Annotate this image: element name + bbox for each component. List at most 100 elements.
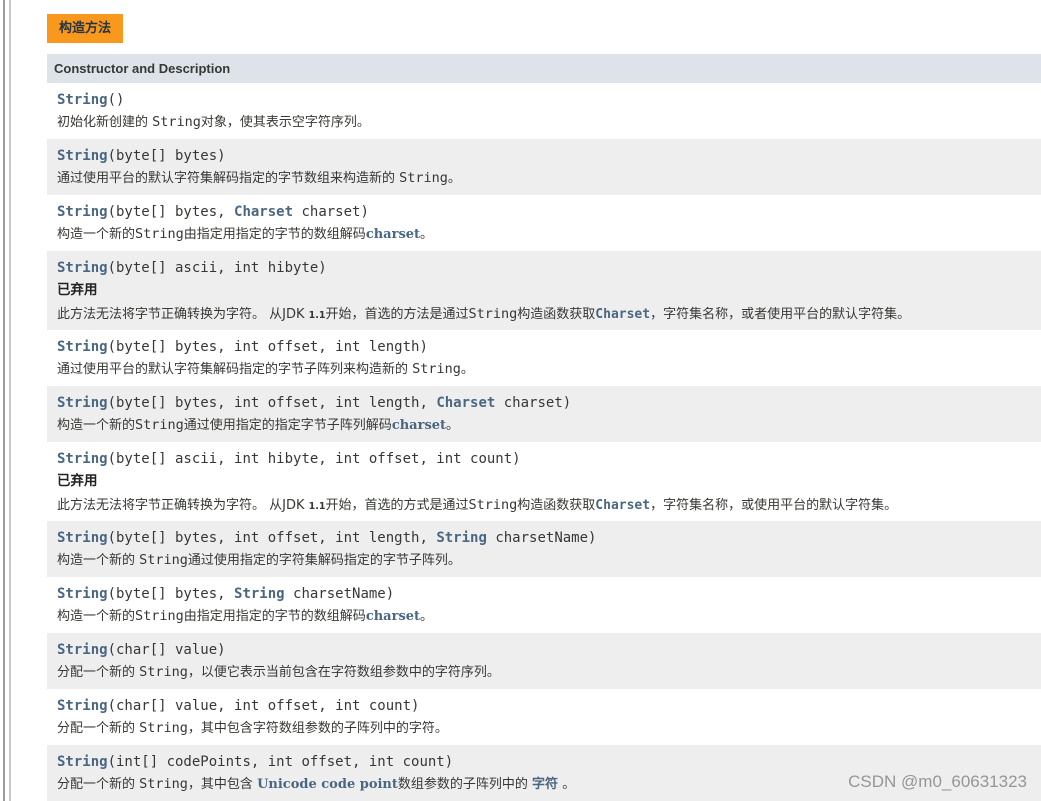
constructor-name-link[interactable]: String [57,339,108,355]
left-frame-border [0,0,14,801]
constructor-name-link[interactable]: String [57,260,108,276]
code-text: String [139,720,188,736]
text-segment: 数组参数的子阵列中的 [397,777,533,792]
text-segment: charset) [293,204,369,220]
code-text: String [139,552,188,568]
text-segment: 由指定用指定的字节的数组解码 [183,609,366,624]
table-row: String(byte[] bytes) 通过使用平台的默认字符集解码指定的字节数… [47,139,1041,195]
text-segment: 构造函数获取 [517,307,596,322]
text-segment: 分配一个新的 [57,665,140,680]
text-segment: 构造一个新的 [57,609,136,624]
text-segment: 构造函数获取 [517,498,596,513]
code-text: String [412,361,461,377]
constructor-name-link[interactable]: String [57,642,108,658]
constructor-signature: String(byte[] bytes) [57,147,1041,165]
text-segment: () [107,92,125,108]
text-segment: 由指定用指定的字节的数组解码 [183,227,366,242]
doc-link[interactable]: charset [366,227,420,242]
table-body: String() 初始化新创建的 String对象，使其表示空字符序列。 Strin… [47,83,1041,801]
text-segment: (byte[] bytes, int offset, int length) [107,339,428,355]
code-text: String [139,664,188,680]
constructor-signature: String(byte[] ascii, int hibyte) [57,259,1041,277]
text-segment: 通过使用平台的默认字符集解码指定的字节子阵列来构造新的 [57,362,413,377]
text-segment: ，字符集名称，或者使用平台的默认字符集。 [650,307,911,322]
text-segment: ，字符集名称，或使用平台的默认字符集。 [650,498,898,513]
constructor-name-link[interactable]: String [57,698,108,714]
text-segment: charset) [495,395,572,411]
table-row: String(byte[] bytes, int offset, int len… [47,386,1041,442]
text-segment: 。 [558,777,576,792]
text-segment: 开始，首选的方式是通过 [325,498,469,513]
constructor-table: Constructor and Description String() 初始化新… [47,54,1041,801]
doc-link[interactable]: Charset [595,498,650,513]
constructor-description: 构造一个新的String由指定用指定的字节的数组解码charset。 [57,224,1041,245]
table-row: String() 初始化新创建的 String对象，使其表示空字符序列。 [47,83,1041,139]
frame-border-line [3,0,5,801]
version-text: 1.1 [308,501,326,512]
text-segment: 构造一个新的 [57,553,140,568]
constructor-signature: String(byte[] bytes, Charset charset) [57,203,1041,221]
code-text: String [135,608,184,624]
text-segment: 对象，使其表示空字符序列。 [200,115,370,130]
constructor-description: 通过使用平台的默认字符集解码指定的字节数组来构造新的 String。 [57,168,1041,189]
table-row: String(byte[] ascii, int hibyte) 已弃用此方法无法… [47,251,1041,330]
code-text: String [399,170,448,186]
constructor-description: 构造一个新的 String通过使用指定的字符集解码指定的字节子阵列。 [57,550,1041,571]
version-text: 1.1 [308,310,326,321]
constructor-name-link[interactable]: String [57,148,108,164]
constructor-description: 通过使用平台的默认字符集解码指定的字节子阵列来构造新的 String。 [57,359,1041,380]
text-segment: (char[] value) [107,642,226,658]
constructor-signature: String(char[] value) [57,641,1041,659]
type-link[interactable]: Charset [436,395,495,411]
text-segment: charsetName) [284,586,395,602]
type-link[interactable]: String [436,530,487,546]
text-segment: 。 [420,227,434,242]
constructor-name-link[interactable]: String [57,451,108,467]
doc-link[interactable]: 字符 [532,777,558,792]
constructor-name-link[interactable]: String [57,754,108,770]
constructor-description: 构造一个新的String由指定用指定的字节的数组解码charset。 [57,606,1041,627]
text-segment: (byte[] bytes, [107,204,235,220]
constructor-description: 此方法无法将字节正确转换为字符。 从JDK 1.1开始，首选的方法是通过Stri… [57,304,1041,326]
constructor-name-link[interactable]: String [57,530,108,546]
text-segment: (byte[] bytes) [107,148,226,164]
constructor-description: 初始化新创建的 String对象，使其表示空字符序列。 [57,112,1041,133]
text-segment: 。 [447,171,461,186]
doc-link[interactable]: Charset [595,307,650,322]
constructor-name-link[interactable]: String [57,204,108,220]
text-segment: charsetName) [486,530,597,546]
constructor-name-link[interactable]: String [57,92,108,108]
text-segment: 此方法无法将字节正确转换为字符。 从JDK [57,307,309,322]
code-text: String [135,417,184,433]
text-segment: (byte[] ascii, int hibyte) [107,260,327,276]
text-segment: 。 [420,609,434,624]
doc-link[interactable]: charset [366,609,420,624]
table-row: String(byte[] ascii, int hibyte, int off… [47,442,1041,521]
text-segment: 构造一个新的 [57,227,136,242]
text-segment: (byte[] ascii, int hibyte, int offset, i… [107,451,521,467]
type-link[interactable]: Charset [234,204,293,220]
table-row: String(char[] value) 分配一个新的 String，以便它表示当… [47,633,1041,689]
text-segment: ，其中包含 [187,777,258,792]
constructor-description: 分配一个新的 String，其中包含字符数组参数的子阵列中的字符。 [57,718,1041,739]
doc-link[interactable]: Unicode code point [257,777,398,792]
code-text: String [135,226,184,242]
watermark: CSDN @m0_60631323 [848,772,1027,791]
constructor-name-link[interactable]: String [57,395,108,411]
constructor-signature: String(byte[] bytes, int offset, int len… [57,338,1041,356]
section-caption: 构造方法 [47,14,124,43]
text-segment: 分配一个新的 [57,777,140,792]
text-segment: ，其中包含字符数组参数的子阵列中的字符。 [187,721,448,736]
type-link[interactable]: String [234,586,285,602]
doc-link[interactable]: charset [392,418,446,433]
constructor-name-link[interactable]: String [57,586,108,602]
text-segment: (int[] codePoints, int offset, int count… [107,754,454,770]
constructor-signature: String() [57,91,1041,109]
text-segment: (char[] value, int offset, int count) [107,698,420,714]
code-text: String [468,497,518,513]
text-segment: 分配一个新的 [57,721,140,736]
text-segment: (byte[] bytes, [107,586,235,602]
text-segment: (byte[] bytes, int offset, int length, [107,395,437,411]
deprecated-label: 已弃用 [57,282,98,298]
table-row: String(byte[] bytes, int offset, int len… [47,521,1041,577]
